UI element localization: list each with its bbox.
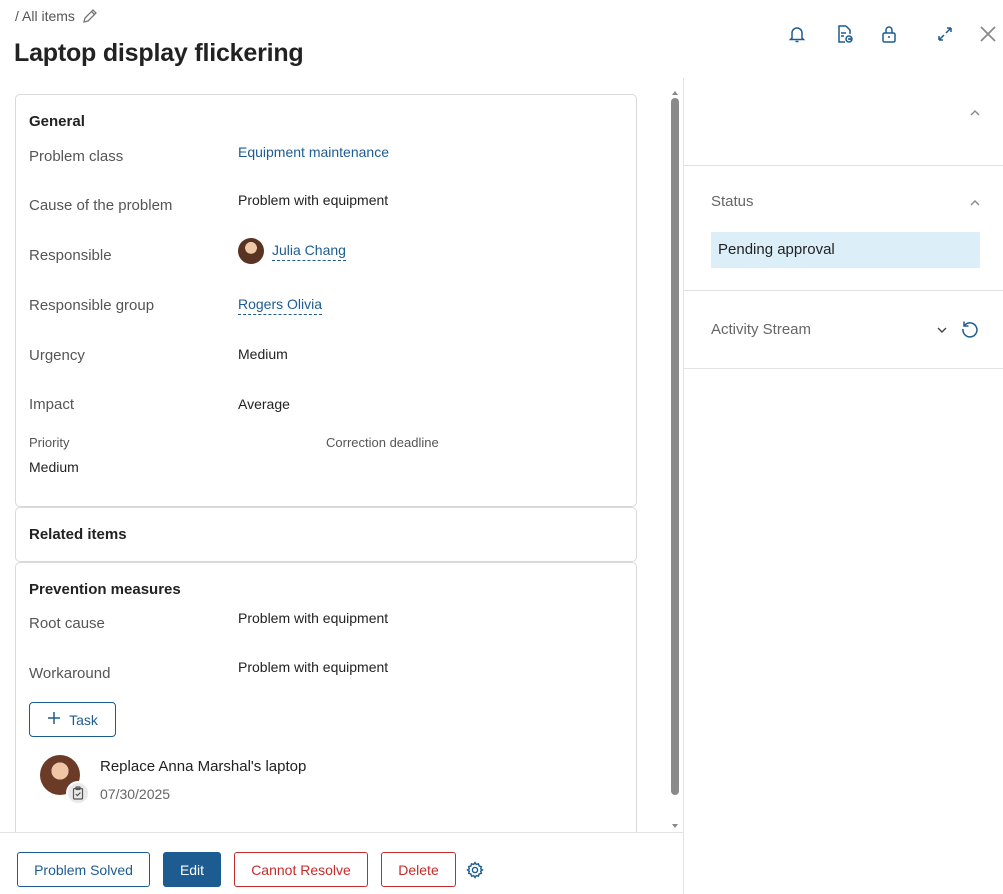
prevention-card: Prevention measures Root cause Problem w…: [15, 562, 637, 832]
field-label-responsible: Responsible: [29, 247, 112, 264]
right-top-section: [684, 78, 1003, 166]
task-title[interactable]: Replace Anna Marshal's laptop: [100, 758, 306, 775]
problem-solved-button[interactable]: Problem Solved: [17, 852, 150, 887]
delete-button[interactable]: Delete: [381, 852, 456, 887]
add-task-label: Task: [69, 711, 98, 728]
document-export-icon[interactable]: [832, 22, 856, 46]
pencil-icon[interactable]: [81, 7, 99, 25]
correction-deadline-label: Correction deadline: [326, 435, 439, 450]
breadcrumb: / All items: [15, 7, 99, 25]
footer-toolbar: Problem Solved Edit Cannot Resolve Delet…: [0, 832, 683, 894]
expand-icon[interactable]: [933, 22, 957, 46]
scroll-up-arrow-icon[interactable]: [670, 84, 680, 95]
field-label-workaround: Workaround: [29, 665, 111, 682]
urgency-value: Medium: [238, 346, 288, 362]
activity-stream-section: Activity Stream: [684, 291, 1003, 369]
problem-class-link[interactable]: Equipment maintenance: [238, 144, 389, 160]
field-label-cause: Cause of the problem: [29, 197, 173, 214]
priority-label: Priority: [29, 435, 70, 450]
gear-icon[interactable]: [465, 860, 485, 880]
workaround-value: Problem with equipment: [238, 659, 389, 675]
breadcrumb-link-all-items[interactable]: / All items: [15, 8, 75, 24]
cannot-resolve-button[interactable]: Cannot Resolve: [234, 852, 368, 887]
impact-value: Average: [238, 396, 290, 412]
responsible-value: Julia Chang: [238, 238, 346, 264]
responsible-user-link[interactable]: Julia Chang: [272, 242, 346, 261]
plus-icon: [47, 711, 61, 728]
avatar[interactable]: [238, 238, 264, 264]
bell-icon[interactable]: [785, 22, 809, 46]
task-date: 07/30/2025: [100, 786, 171, 802]
field-label-problem-class: Problem class: [29, 148, 124, 165]
main-scrollbar[interactable]: [668, 80, 684, 830]
status-section: Status Pending approval: [684, 166, 1003, 291]
activity-stream-label: Activity Stream: [711, 321, 812, 338]
scroll-thumb[interactable]: [671, 98, 679, 795]
right-panel: Status Pending approval Activity Stream: [683, 78, 1003, 894]
general-title: General: [29, 113, 85, 130]
field-label-root-cause: Root cause: [29, 615, 105, 632]
lock-icon[interactable]: [877, 22, 901, 46]
related-items-title: Related items: [29, 526, 127, 543]
field-label-urgency: Urgency: [29, 347, 85, 364]
edit-button[interactable]: Edit: [163, 852, 221, 887]
priority-value: Medium: [29, 459, 79, 475]
field-label-impact: Impact: [29, 396, 75, 413]
scroll-down-arrow-icon[interactable]: [670, 817, 680, 828]
field-label-responsible-group: Responsible group: [29, 297, 155, 314]
status-label: Status: [711, 193, 754, 210]
responsible-group-link[interactable]: Rogers Olivia: [238, 296, 323, 315]
cause-value: Problem with equipment: [238, 192, 389, 208]
refresh-icon[interactable]: [960, 319, 980, 344]
status-badge: Pending approval: [711, 232, 980, 268]
list-item[interactable]: Replace Anna Marshal's laptop 07/30/2025: [40, 755, 600, 811]
close-icon[interactable]: [976, 22, 1000, 46]
add-task-button[interactable]: Task: [29, 702, 116, 737]
root-cause-value: Problem with equipment: [238, 610, 389, 626]
prevention-title: Prevention measures: [29, 581, 181, 598]
chevron-up-icon[interactable]: [969, 106, 981, 124]
chevron-down-icon[interactable]: [936, 323, 948, 341]
general-card: General Problem class Equipment maintena…: [15, 94, 637, 507]
related-items-card[interactable]: Related items: [15, 507, 637, 562]
clipboard-check-icon: [66, 781, 90, 805]
chevron-up-icon[interactable]: [969, 196, 981, 214]
page-title: Laptop display flickering: [14, 39, 304, 67]
main-content: General Problem class Equipment maintena…: [0, 78, 683, 832]
